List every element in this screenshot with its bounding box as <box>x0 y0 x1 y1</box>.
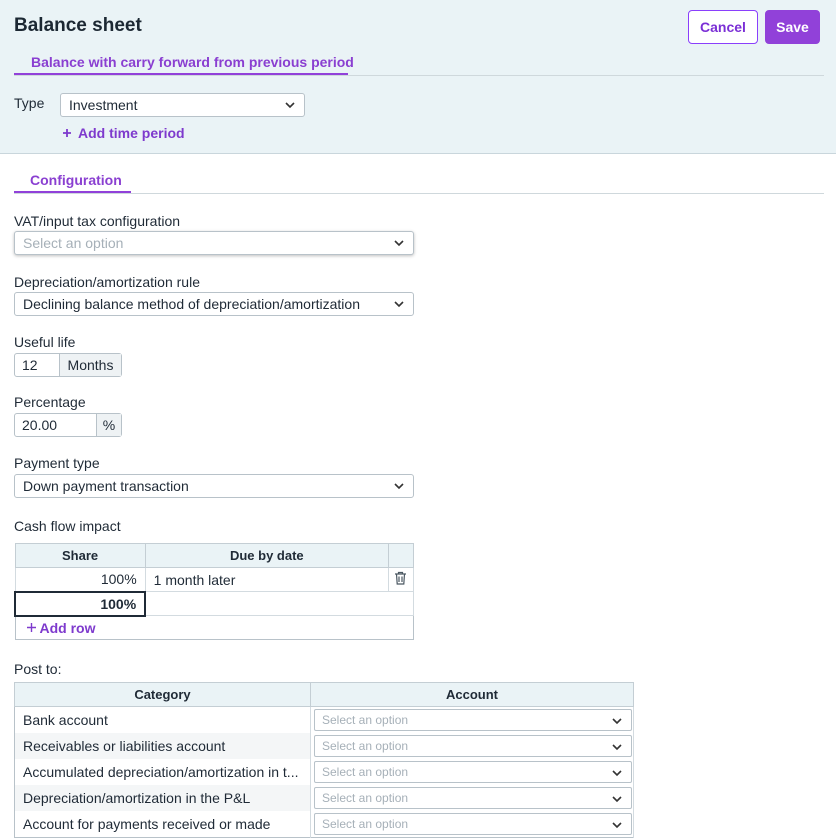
type-label: Type <box>14 95 45 111</box>
chevron-down-icon <box>612 822 622 829</box>
page-title: Balance sheet <box>14 15 142 36</box>
chevron-down-icon <box>285 102 295 109</box>
account-select-placeholder: Select an option <box>322 739 409 753</box>
table-row: 100% 1 month later <box>14 567 415 592</box>
chevron-down-icon <box>612 718 622 725</box>
percentage-label: Percentage <box>14 394 86 410</box>
percentage-input[interactable]: 20.00 <box>15 414 96 436</box>
useful-life-unit: Months <box>59 354 121 376</box>
actions-column-header <box>387 543 415 568</box>
chevron-down-icon <box>612 744 622 751</box>
chevron-down-icon <box>612 796 622 803</box>
table-row: Bank account Select an option <box>14 706 634 733</box>
account-select-placeholder: Select an option <box>322 765 409 779</box>
type-select-value: Investment <box>69 97 138 113</box>
share-cell[interactable]: 100% <box>14 567 146 592</box>
type-select[interactable]: Investment <box>60 93 305 117</box>
chevron-down-icon <box>394 240 404 247</box>
chevron-down-icon <box>612 770 622 777</box>
account-select[interactable]: Select an option <box>314 735 632 757</box>
account-select[interactable]: Select an option <box>314 761 632 783</box>
due-date-column-header: Due by date <box>144 543 389 568</box>
vat-select[interactable]: Select an option <box>14 231 414 255</box>
useful-life-field: 12 Months <box>14 353 122 377</box>
cancel-button[interactable]: Cancel <box>688 10 758 44</box>
table-row: Depreciation/amortization in the P&L Sel… <box>14 785 634 811</box>
cash-flow-label: Cash flow impact <box>14 518 121 534</box>
category-cell: Depreciation/amortization in the P&L <box>14 785 311 811</box>
share-column-header: Share <box>14 543 146 568</box>
payment-type-label: Payment type <box>14 455 100 471</box>
payment-type-select[interactable]: Down payment transaction <box>14 474 414 498</box>
tab-divider <box>14 75 824 76</box>
percentage-field: 20.00 % <box>14 413 122 437</box>
plus-icon <box>26 623 36 632</box>
delete-row-button[interactable] <box>387 567 415 592</box>
category-cell: Account for payments received or made <box>14 811 311 838</box>
trash-icon <box>395 571 407 585</box>
tab-balance-carry-forward[interactable]: Balance with carry forward from previous… <box>31 54 354 70</box>
table-row: Receivables or liabilities account Selec… <box>14 733 634 759</box>
category-cell: Accumulated depreciation/amortization in… <box>14 759 311 785</box>
tab-divider <box>14 193 824 194</box>
add-row-label: Add row <box>39 619 96 636</box>
table-row: Accumulated depreciation/amortization in… <box>14 759 634 785</box>
post-to-label: Post to: <box>14 661 62 677</box>
cash-flow-table: Share Due by date 100% 1 month later 100… <box>13 543 415 640</box>
header-panel: Balance sheet Cancel Save Balance with c… <box>0 0 836 154</box>
vat-label: VAT/input tax configuration <box>14 213 181 229</box>
vat-select-placeholder: Select an option <box>23 235 124 251</box>
useful-life-input[interactable]: 12 <box>15 354 59 376</box>
add-row-button[interactable]: Add row <box>26 620 96 636</box>
depreciation-select-value: Declining balance method of depreciation… <box>23 296 360 312</box>
due-date-cell[interactable]: 1 month later <box>144 567 389 592</box>
share-total: 100% <box>13 590 147 617</box>
post-to-table: Category Account Bank account Select an … <box>14 682 634 838</box>
total-row: 100% <box>13 590 415 617</box>
chevron-down-icon <box>394 483 404 490</box>
plus-icon <box>63 129 71 137</box>
chevron-down-icon <box>394 301 404 308</box>
category-cell: Receivables or liabilities account <box>14 733 311 759</box>
account-select-placeholder: Select an option <box>322 713 409 727</box>
payment-type-select-value: Down payment transaction <box>23 478 189 494</box>
add-time-period-label: Add time period <box>78 125 185 141</box>
account-select[interactable]: Select an option <box>314 709 632 731</box>
account-select[interactable]: Select an option <box>314 787 632 809</box>
add-time-period-link[interactable]: Add time period <box>62 125 185 141</box>
useful-life-label: Useful life <box>14 334 76 350</box>
depreciation-label: Depreciation/amortization rule <box>14 274 200 290</box>
account-column-header: Account <box>310 682 634 707</box>
depreciation-select[interactable]: Declining balance method of depreciation… <box>14 292 414 316</box>
table-row: Account for payments received or made Se… <box>14 811 634 838</box>
tab-configuration[interactable]: Configuration <box>30 172 122 188</box>
account-select-placeholder: Select an option <box>322 791 409 805</box>
percentage-unit: % <box>96 414 121 436</box>
category-column-header: Category <box>14 682 311 707</box>
category-cell: Bank account <box>14 706 311 733</box>
account-select-placeholder: Select an option <box>322 817 409 831</box>
account-select[interactable]: Select an option <box>314 813 632 835</box>
save-button[interactable]: Save <box>765 10 820 44</box>
